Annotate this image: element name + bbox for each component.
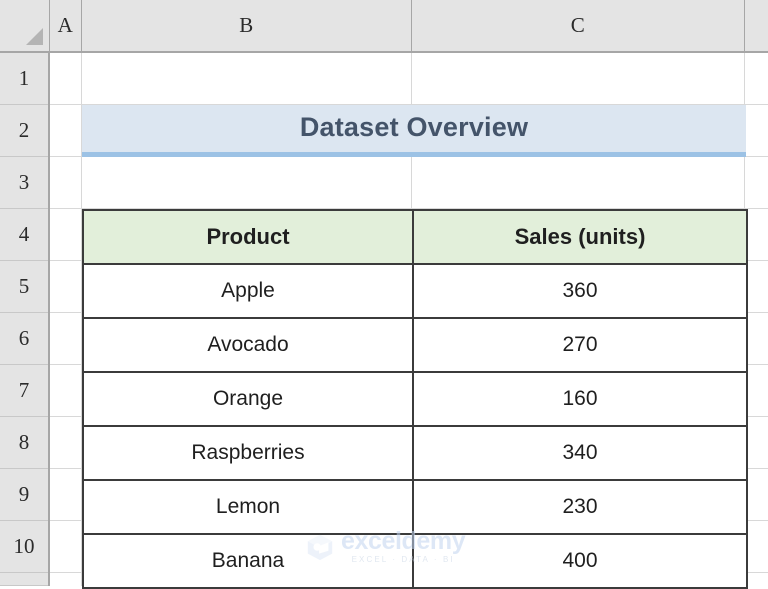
cell-product[interactable]: Avocado: [82, 317, 414, 373]
row-header-6[interactable]: 6: [0, 313, 48, 365]
table-row[interactable]: Apple 360: [82, 263, 748, 319]
cell-product[interactable]: Banana: [82, 533, 414, 589]
table-header-row: Product Sales (units): [82, 209, 748, 265]
table-row[interactable]: Orange 160: [82, 371, 748, 427]
dataset-table[interactable]: Product Sales (units) Apple 360 Avocado …: [82, 209, 748, 589]
row-header-1[interactable]: 1: [0, 53, 48, 105]
cell-sales[interactable]: 340: [412, 425, 748, 481]
cell-sales[interactable]: 230: [412, 479, 748, 535]
row-header-3[interactable]: 3: [0, 157, 48, 209]
table-row[interactable]: Lemon 230: [82, 479, 748, 535]
cell-sales[interactable]: 160: [412, 371, 748, 427]
row-header-7[interactable]: 7: [0, 365, 48, 417]
table-body: Apple 360 Avocado 270 Orange 160 Raspber…: [82, 263, 748, 589]
cell-product[interactable]: Lemon: [82, 479, 414, 535]
select-all-button[interactable]: [0, 0, 50, 51]
cell-sales[interactable]: 270: [412, 317, 748, 373]
table-row[interactable]: Banana 400: [82, 533, 748, 589]
row-header-8[interactable]: 8: [0, 417, 48, 469]
table-row[interactable]: Raspberries 340: [82, 425, 748, 481]
cell-product[interactable]: Apple: [82, 263, 414, 319]
cell-sales[interactable]: 400: [412, 533, 748, 589]
column-header-sales[interactable]: Sales (units): [412, 209, 748, 265]
row-header-4[interactable]: 4: [0, 209, 48, 261]
cell-product[interactable]: Orange: [82, 371, 414, 427]
row-header-9[interactable]: 9: [0, 469, 48, 521]
row-header-11[interactable]: [0, 573, 48, 586]
column-header-a[interactable]: A: [50, 0, 82, 51]
row-header-2[interactable]: 2: [0, 105, 48, 157]
column-header-strip: A B C: [0, 0, 768, 53]
row-header-10[interactable]: 10: [0, 521, 48, 573]
row-header-5[interactable]: 5: [0, 261, 48, 313]
cell-product[interactable]: Raspberries: [82, 425, 414, 481]
table-row[interactable]: Avocado 270: [82, 317, 748, 373]
dataset-title-cell[interactable]: Dataset Overview: [82, 105, 746, 157]
column-header-b[interactable]: B: [82, 0, 412, 51]
cell-sales[interactable]: 360: [412, 263, 748, 319]
column-header-product[interactable]: Product: [82, 209, 414, 265]
page-title: Dataset Overview: [299, 112, 529, 142]
row-header-strip: 1 2 3 4 5 6 7 8 9 10: [0, 53, 50, 586]
column-header-d[interactable]: [745, 0, 768, 51]
select-all-corner-triangle-icon: [26, 28, 43, 45]
column-header-c[interactable]: C: [412, 0, 745, 51]
spreadsheet-canvas: Dataset Overview Product Sales (units) A…: [0, 0, 768, 589]
